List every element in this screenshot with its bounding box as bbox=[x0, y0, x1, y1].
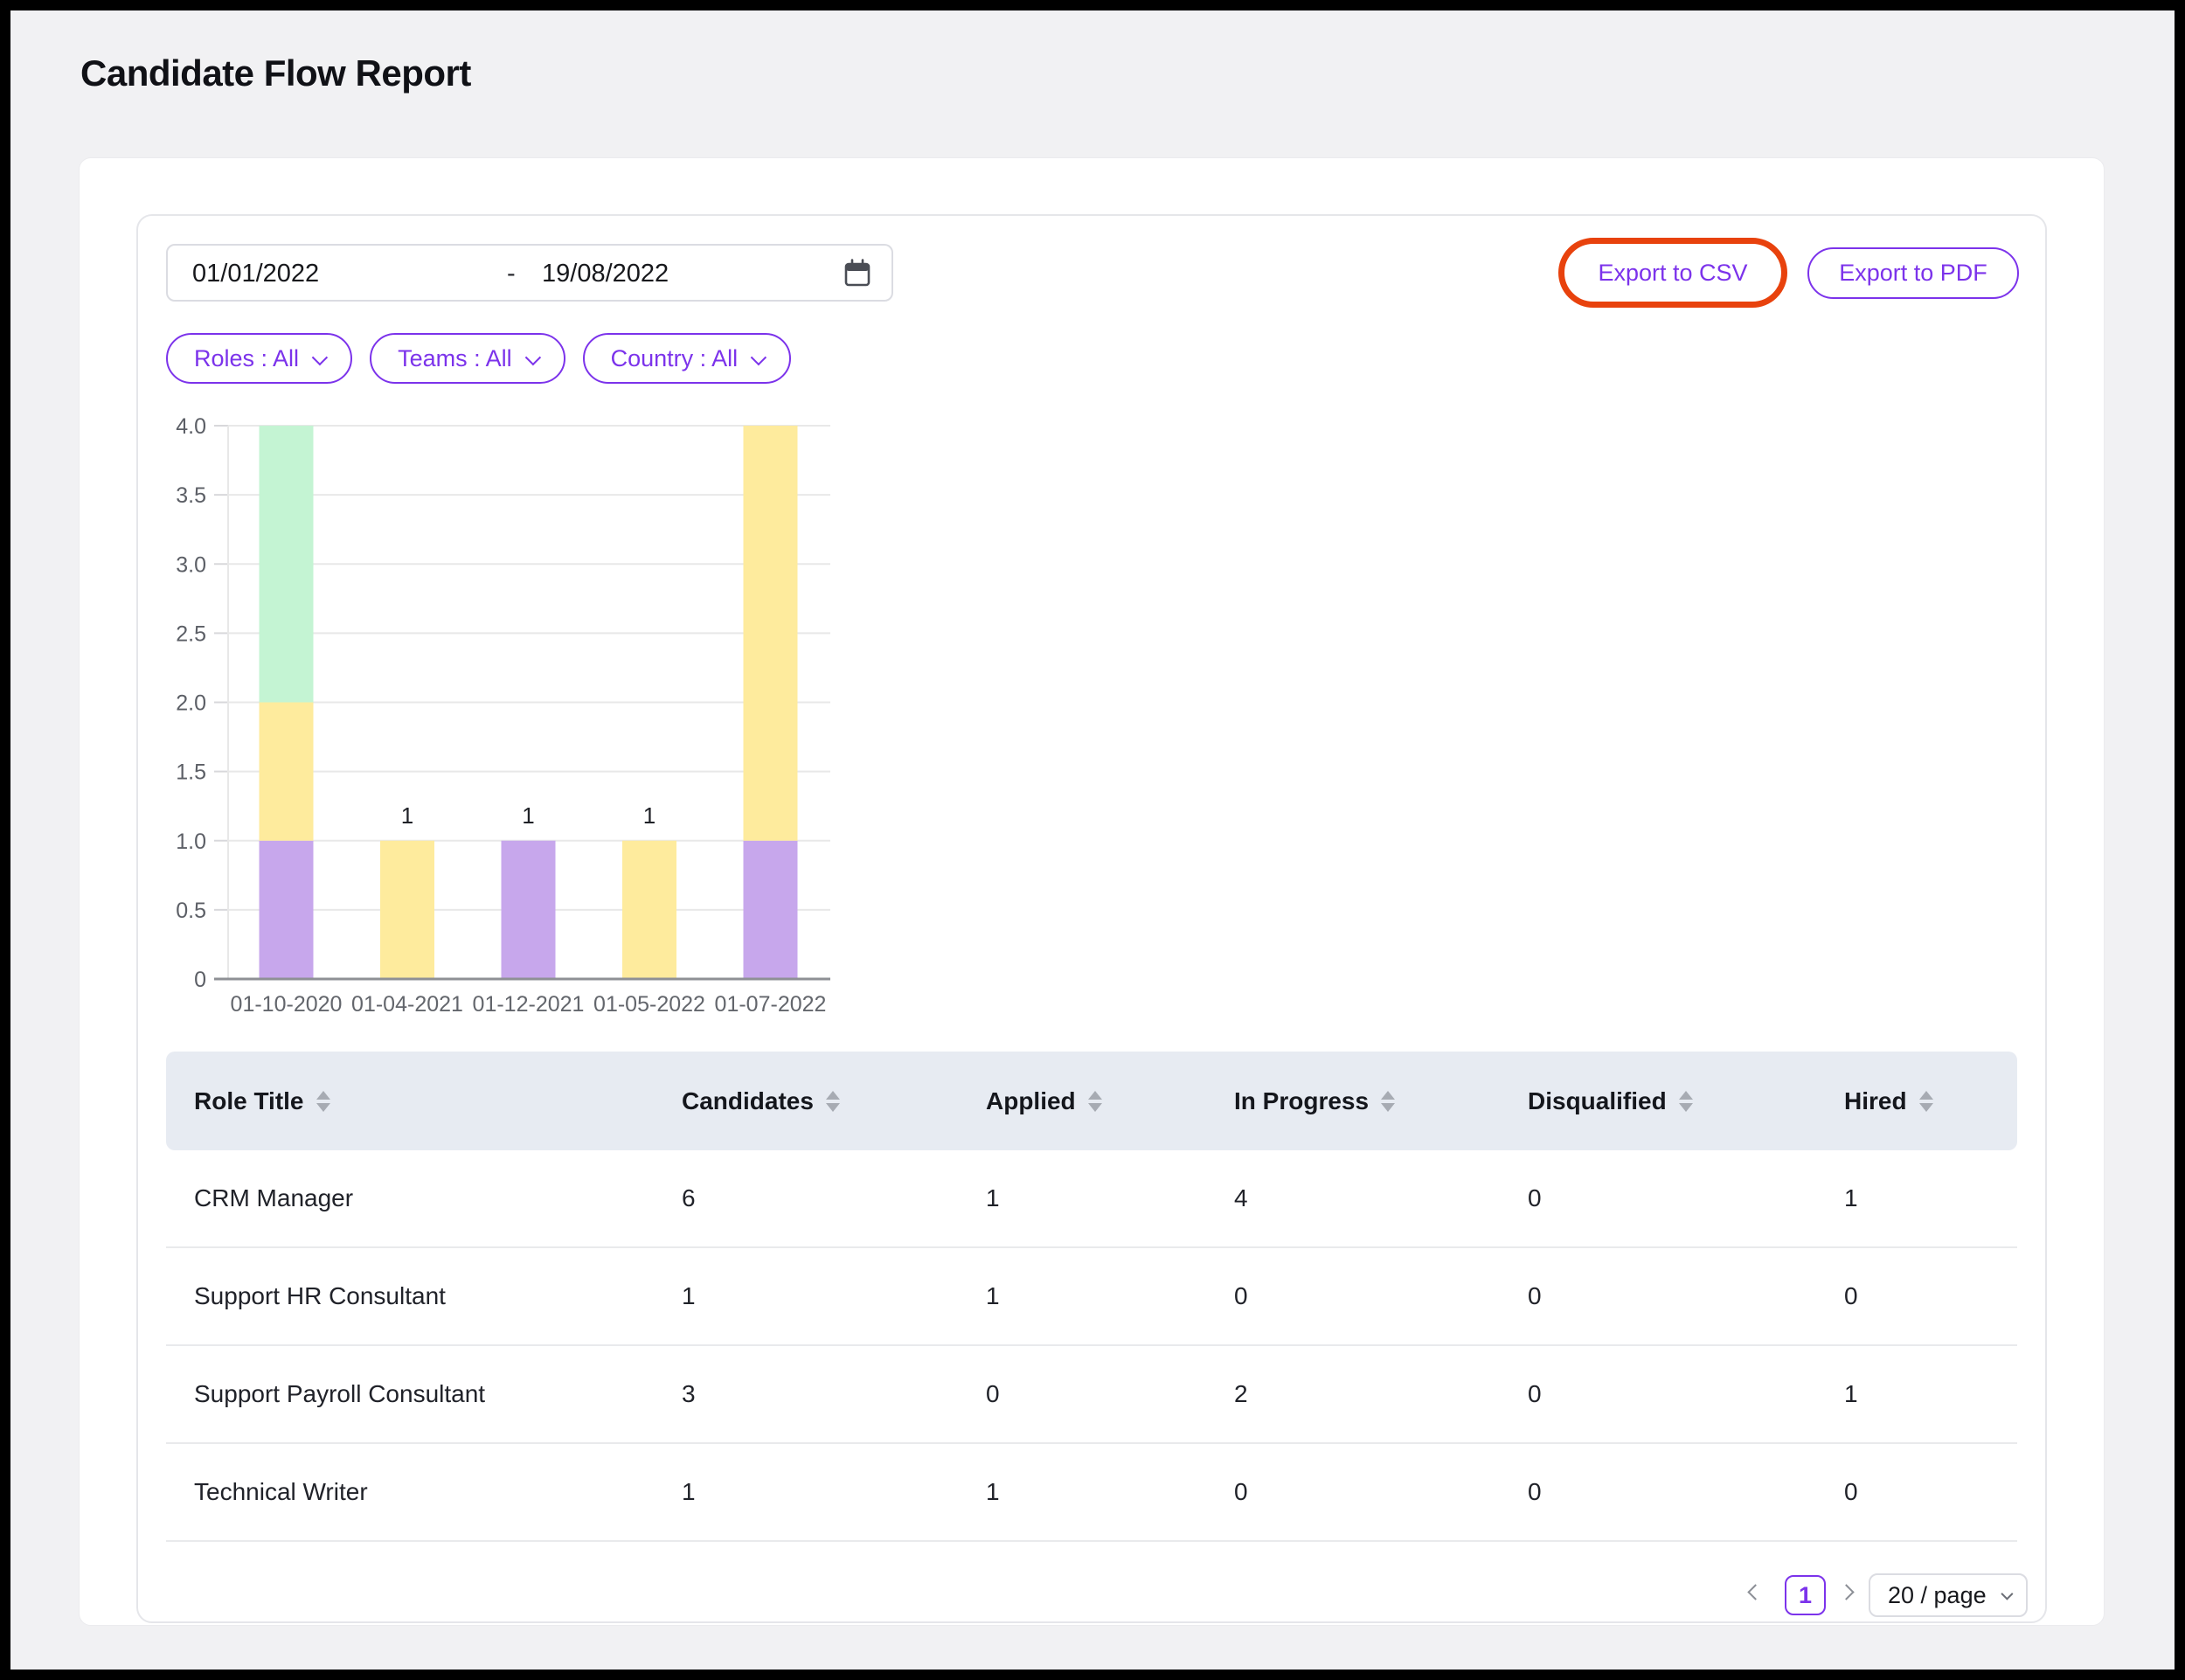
export-pdf-label: Export to PDF bbox=[1839, 260, 1987, 287]
svg-text:1.5: 1.5 bbox=[176, 760, 206, 785]
date-range-input[interactable]: 01/01/2022 - 19/08/2022 bbox=[166, 244, 893, 302]
svg-text:01-07-2022: 01-07-2022 bbox=[715, 992, 827, 1017]
export-pdf-button[interactable]: Export to PDF bbox=[1807, 247, 2019, 299]
calendar-icon[interactable] bbox=[843, 258, 872, 296]
value-cell: 1 bbox=[654, 1444, 958, 1542]
candidate-flow-table: Role Title Candidates Applied In Progress Di… bbox=[166, 1052, 2017, 1542]
column-header-role-title[interactable]: Role Title bbox=[166, 1052, 654, 1150]
svg-text:1.0: 1.0 bbox=[176, 830, 206, 854]
pagination-prev-button[interactable] bbox=[1750, 1586, 1767, 1604]
table-row: CRM Manager61401 bbox=[166, 1150, 2017, 1248]
role-title-cell: Support Payroll Consultant bbox=[166, 1346, 654, 1444]
table-header-row: Role Title Candidates Applied In Progress Di… bbox=[166, 1052, 2017, 1150]
column-header-label: Role Title bbox=[194, 1087, 304, 1115]
value-cell: 4 bbox=[1206, 1150, 1500, 1248]
date-separator: - bbox=[507, 260, 516, 288]
page-title: Candidate Flow Report bbox=[80, 52, 471, 94]
svg-text:0.5: 0.5 bbox=[176, 899, 206, 923]
value-cell: 2 bbox=[1206, 1346, 1500, 1444]
sort-icon[interactable] bbox=[1381, 1091, 1395, 1112]
screenshot-frame: Candidate Flow Report 01/01/2022 - 19/08… bbox=[0, 0, 2185, 1680]
pagination-page-1[interactable]: 1 bbox=[1785, 1575, 1826, 1615]
svg-text:01-05-2022: 01-05-2022 bbox=[593, 992, 705, 1017]
sort-icon[interactable] bbox=[1679, 1091, 1693, 1112]
column-header-label: Hired bbox=[1844, 1087, 1907, 1115]
sort-icon[interactable] bbox=[316, 1091, 330, 1112]
chevron-left-icon bbox=[1747, 1584, 1763, 1600]
value-cell: 6 bbox=[654, 1150, 958, 1248]
value-cell: 1 bbox=[958, 1248, 1206, 1346]
value-cell: 0 bbox=[1206, 1248, 1500, 1346]
role-title-cell: Technical Writer bbox=[166, 1444, 654, 1542]
value-cell: 0 bbox=[1500, 1444, 1816, 1542]
candidate-flow-chart: 0 0.5 1.0 1.5 2.0 2.5 3.0 3.5 4.0 01-10-2020 1 01-0… bbox=[166, 402, 839, 1024]
svg-text:1: 1 bbox=[643, 802, 656, 829]
filter-pill-roles[interactable]: Roles : All bbox=[166, 333, 352, 384]
svg-text:1: 1 bbox=[522, 802, 534, 829]
svg-text:0: 0 bbox=[194, 968, 206, 992]
svg-text:01-12-2021: 01-12-2021 bbox=[473, 992, 585, 1017]
role-title-cell: Support HR Consultant bbox=[166, 1248, 654, 1346]
page-background: Candidate Flow Report 01/01/2022 - 19/08… bbox=[10, 10, 2175, 1670]
column-header-applied[interactable]: Applied bbox=[958, 1052, 1206, 1150]
date-end-value[interactable]: 19/08/2022 bbox=[542, 260, 669, 288]
sort-icon[interactable] bbox=[826, 1091, 840, 1112]
chevron-down-icon bbox=[524, 349, 540, 364]
value-cell: 1 bbox=[654, 1248, 958, 1346]
filter-pill-label: Roles : All bbox=[194, 345, 299, 372]
chevron-right-icon bbox=[1838, 1584, 1854, 1600]
export-csv-button[interactable]: Export to CSV bbox=[1558, 238, 1787, 308]
column-header-label: In Progress bbox=[1234, 1087, 1369, 1115]
value-cell: 0 bbox=[958, 1346, 1206, 1444]
svg-text:01-04-2021: 01-04-2021 bbox=[351, 992, 463, 1017]
filter-pill-country[interactable]: Country : All bbox=[583, 333, 792, 384]
pagination-current-page: 1 bbox=[1799, 1582, 1812, 1609]
filter-pill-teams[interactable]: Teams : All bbox=[370, 333, 565, 384]
svg-text:01-10-2020: 01-10-2020 bbox=[231, 992, 343, 1017]
column-header-label: Applied bbox=[986, 1087, 1076, 1115]
svg-text:2.5: 2.5 bbox=[176, 621, 206, 646]
filter-pill-label: Teams : All bbox=[398, 345, 512, 372]
chevron-down-icon bbox=[751, 349, 766, 364]
column-header-in-progress[interactable]: In Progress bbox=[1206, 1052, 1500, 1150]
value-cell: 0 bbox=[1500, 1346, 1816, 1444]
value-cell: 0 bbox=[1816, 1444, 2017, 1542]
filter-bar: Roles : All Teams : All Country : All bbox=[166, 333, 791, 384]
value-cell: 0 bbox=[1206, 1444, 1500, 1542]
chevron-down-icon bbox=[2001, 1588, 2013, 1600]
role-title-cell: CRM Manager bbox=[166, 1150, 654, 1248]
value-cell: 1 bbox=[1816, 1346, 2017, 1444]
value-cell: 3 bbox=[654, 1346, 958, 1444]
svg-text:1: 1 bbox=[401, 802, 413, 829]
value-cell: 0 bbox=[1816, 1248, 2017, 1346]
table-row: Technical Writer11000 bbox=[166, 1444, 2017, 1542]
svg-text:4.0: 4.0 bbox=[176, 414, 206, 439]
value-cell: 1 bbox=[958, 1444, 1206, 1542]
column-header-label: Disqualified bbox=[1528, 1087, 1667, 1115]
column-header-label: Candidates bbox=[682, 1087, 814, 1115]
table-row: Support HR Consultant11000 bbox=[166, 1248, 2017, 1346]
sort-icon[interactable] bbox=[1919, 1091, 1933, 1112]
value-cell: 0 bbox=[1500, 1150, 1816, 1248]
filter-pill-label: Country : All bbox=[611, 345, 739, 372]
date-start-value[interactable]: 01/01/2022 bbox=[192, 260, 319, 288]
svg-text:3.0: 3.0 bbox=[176, 552, 206, 577]
chevron-down-icon bbox=[312, 349, 328, 364]
svg-text:3.5: 3.5 bbox=[176, 483, 206, 508]
page-size-value: 20 / page bbox=[1888, 1582, 1987, 1609]
table-row: Support Payroll Consultant30201 bbox=[166, 1346, 2017, 1444]
svg-text:2.0: 2.0 bbox=[176, 691, 206, 716]
value-cell: 0 bbox=[1500, 1248, 1816, 1346]
value-cell: 1 bbox=[958, 1150, 1206, 1248]
column-header-disqualified[interactable]: Disqualified bbox=[1500, 1052, 1816, 1150]
page-size-select[interactable]: 20 / page bbox=[1869, 1573, 2028, 1617]
export-csv-label: Export to CSV bbox=[1598, 260, 1747, 287]
value-cell: 1 bbox=[1816, 1150, 2017, 1248]
pagination-next-button[interactable] bbox=[1841, 1586, 1858, 1604]
sort-icon[interactable] bbox=[1088, 1091, 1102, 1112]
column-header-hired[interactable]: Hired bbox=[1816, 1052, 2017, 1150]
column-header-candidates[interactable]: Candidates bbox=[654, 1052, 958, 1150]
